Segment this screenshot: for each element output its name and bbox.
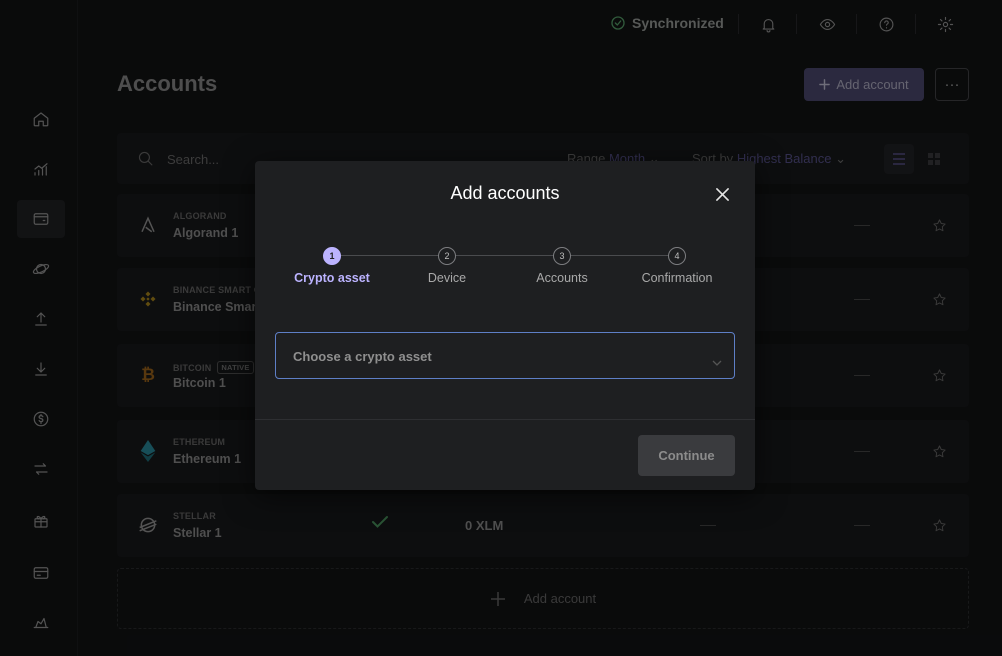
crypto-asset-select[interactable]: Choose a crypto asset bbox=[275, 332, 735, 379]
close-icon bbox=[715, 187, 729, 201]
app-window: Synchronized Accounts Add account ··· Se… bbox=[0, 0, 1002, 656]
step-4-label: Confirmation bbox=[641, 271, 713, 285]
modal-title: Add accounts bbox=[450, 183, 560, 203]
step-1-label: Crypto asset bbox=[294, 271, 370, 285]
step-3-dot: 3 bbox=[553, 247, 571, 265]
step-1-dot: 1 bbox=[323, 247, 341, 265]
step-4-dot: 4 bbox=[668, 247, 686, 265]
modal-divider bbox=[255, 419, 755, 420]
continue-button[interactable]: Continue bbox=[638, 435, 735, 476]
step-2-dot: 2 bbox=[438, 247, 456, 265]
crypto-asset-placeholder: Choose a crypto asset bbox=[293, 349, 432, 364]
add-accounts-modal: Add accounts 1 2 3 4 Crypto asset Device… bbox=[255, 161, 755, 490]
close-button[interactable] bbox=[713, 185, 731, 203]
step-2-label: Device bbox=[427, 271, 467, 285]
step-3-label: Accounts bbox=[536, 271, 588, 285]
chevron-down-icon bbox=[712, 353, 722, 371]
stepper-track bbox=[341, 255, 669, 256]
